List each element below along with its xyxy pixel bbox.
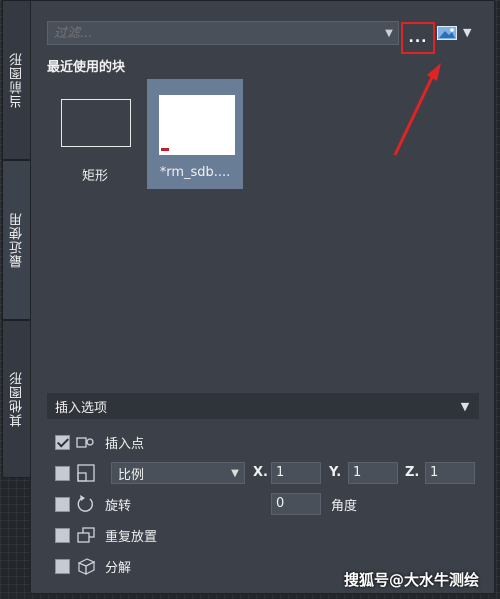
option-insertion-point: 插入点 [55,430,144,454]
filter-combo[interactable]: ▼ [47,21,399,45]
insertion-point-label: 插入点 [105,436,145,452]
tab-label: 当前图形 [10,52,25,108]
tab-current-drawing[interactable]: 当前图形 [2,0,32,160]
rotation-label: 旋转 [105,498,132,514]
scale-y-input[interactable]: 1 [348,462,398,484]
block-label: 矩形 [81,169,108,184]
tab-label: 其他图形 [10,371,25,427]
tab-label: 最近使用 [10,212,25,268]
insert-options-header[interactable]: 插入选项 ▼ [47,393,479,419]
block-label: *rm_sdb.... [159,165,231,180]
option-repeat-placement: 重复放置 [55,523,157,547]
chevron-down-icon[interactable]: ▼ [380,28,398,39]
scale-checkbox[interactable] [55,465,70,481]
watermark: 搜狐号@大水牛测绘 [344,571,480,589]
chevron-down-icon[interactable]: ▼ [226,468,244,479]
y-label: Y. [329,465,342,480]
scale-x-input[interactable]: 1 [271,462,321,484]
repeat-placement-label: 重复放置 [105,529,158,545]
repeat-placement-checkbox[interactable] [55,527,70,543]
insert-options-title: 插入选项 [55,400,108,416]
option-scale [55,461,97,485]
tab-other-drawings[interactable]: 其他图形 [2,320,32,478]
insertion-point-checkbox[interactable] [55,434,70,450]
block-item-rm-sdb[interactable]: *rm_sdb.... [147,79,243,189]
option-rotation: 旋转 [55,492,131,516]
scale-mode-value: 比例 [118,467,145,483]
block-item-rectangle[interactable]: 矩形 [47,79,143,189]
scale-z-input[interactable]: 1 [425,462,475,484]
chevron-down-icon[interactable]: ▼ [451,400,479,413]
block-thumbnail [159,95,235,155]
blocks-panel: ▼ ... ▼ 最近使用的块 矩形 *rm_sdb.... 插入选项 ▼ [30,0,495,594]
rotation-checkbox[interactable] [55,496,70,512]
explode-checkbox[interactable] [55,558,70,574]
tab-recent[interactable]: 最近使用 [2,160,32,320]
explode-icon [77,558,96,575]
chevron-down-icon[interactable]: ▼ [463,26,471,39]
browse-more-button[interactable]: ... [401,22,435,54]
filter-input[interactable] [48,24,380,42]
option-explode: 分解 [55,554,131,578]
z-label: Z. [405,465,420,480]
scale-icon [77,464,95,482]
explode-label: 分解 [105,560,132,576]
side-tabs: 当前图形 最近使用 其他图形 [2,0,32,599]
block-thumbnail [61,99,131,147]
insertion-point-icon [76,437,94,448]
thumbnail-mark [161,148,169,151]
annotation-arrow [393,63,441,156]
image-view-icon[interactable] [437,26,457,40]
angle-label: 角度 [331,499,358,514]
x-label: X. [253,465,268,480]
rotate-icon [77,495,93,512]
rotation-angle-input[interactable]: 0 [271,493,321,515]
scale-mode-select[interactable]: 比例 ▼ [111,462,245,484]
section-title: 最近使用的块 [47,60,126,75]
repeat-placement-icon [77,527,95,543]
